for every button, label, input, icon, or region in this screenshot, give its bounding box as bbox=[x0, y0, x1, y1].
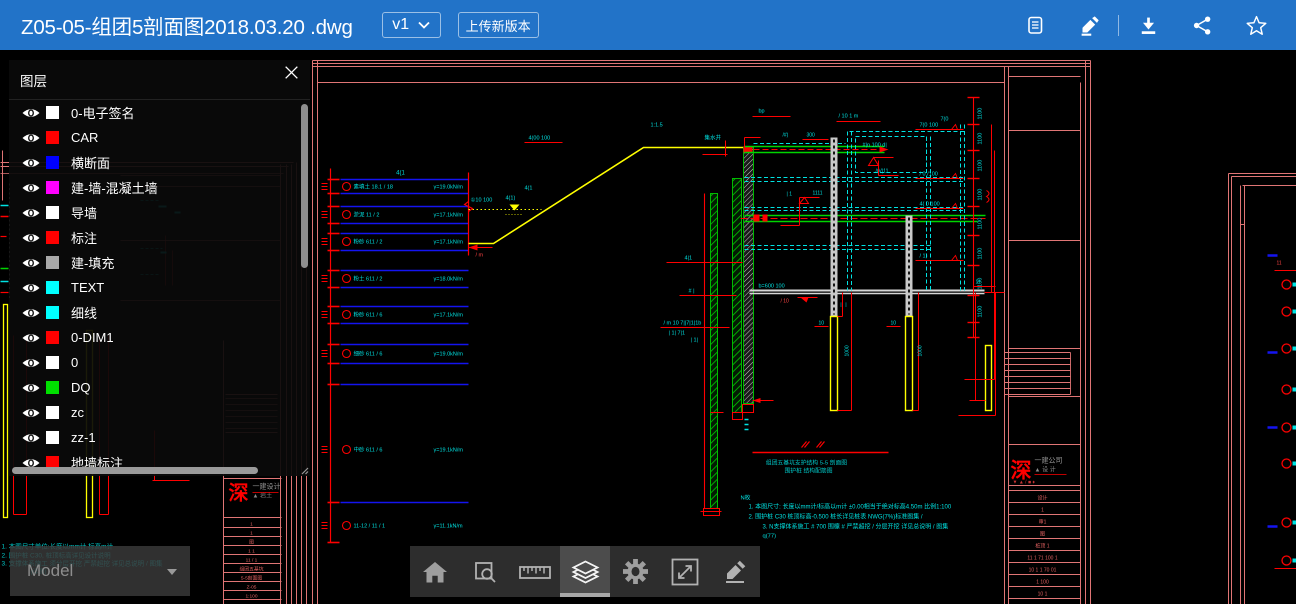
svg-text:# |: # | bbox=[689, 289, 695, 295]
svg-text:| 1|: | 1| bbox=[691, 338, 698, 344]
svg-text:1000: 1000 bbox=[845, 345, 851, 356]
svg-text:/ 0 /100: / 0 /100 bbox=[920, 172, 938, 178]
svg-text:淤泥 11 / 2: 淤泥 11 / 2 bbox=[354, 211, 380, 219]
svg-text:1100: 1100 bbox=[978, 108, 984, 120]
svg-text:1100: 1100 bbox=[978, 133, 984, 145]
svg-text:1000: 1000 bbox=[918, 345, 924, 356]
svg-text:1: 1 bbox=[250, 522, 253, 528]
svg-text:4( 0 100: 4( 0 100 bbox=[920, 202, 940, 208]
svg-text:1100: 1100 bbox=[978, 189, 984, 201]
svg-text:1: 1 bbox=[250, 531, 253, 537]
svg-text:10: 10 bbox=[891, 321, 897, 327]
svg-text:一建设计: 一建设计 bbox=[253, 482, 281, 491]
svg-text:▼ ▲ / ■ ♦: ▼ ▲ / ■ ♦ bbox=[1013, 480, 1036, 486]
svg-text:粉砂 611 / 2: 粉砂 611 / 2 bbox=[354, 238, 383, 246]
svg-text:| 1: | 1 bbox=[787, 192, 793, 198]
svg-text:桩顶 1: 桩顶 1 bbox=[1035, 543, 1049, 550]
svg-text:4(00 100: 4(00 100 bbox=[529, 136, 551, 142]
svg-text:/ 10 1 m: / 10 1 m bbox=[839, 114, 859, 120]
svg-text:γ=17.1kN/m: γ=17.1kN/m bbox=[434, 313, 464, 319]
svg-text:①10 100: ①10 100 bbox=[471, 197, 493, 204]
svg-text:/(V|11: /(V|11 bbox=[876, 169, 889, 175]
svg-text:围护桩 结构配筋图: 围护桩 结构配筋图 bbox=[785, 467, 833, 475]
svg-text:丨丨: 丨丨 bbox=[839, 303, 849, 309]
svg-text:b=600 100: b=600 100 bbox=[759, 284, 785, 290]
svg-text:1:100: 1:100 bbox=[245, 594, 257, 600]
svg-text:粉砂 611 / 6: 粉砂 611 / 6 bbox=[354, 311, 383, 319]
svg-text:γ=19.0kN/m: γ=19.0kN/m bbox=[434, 352, 464, 358]
svg-text:bp: bp bbox=[759, 109, 765, 115]
svg-text:4|1: 4|1 bbox=[685, 256, 693, 262]
svg-text:图: 图 bbox=[1040, 532, 1045, 538]
svg-text:1:1.5: 1:1.5 bbox=[651, 123, 663, 129]
svg-text:4(1: 4(1 bbox=[396, 171, 405, 177]
svg-text:集水井: 集水井 bbox=[705, 134, 722, 142]
svg-text:1111: 1111 bbox=[813, 191, 823, 197]
svg-text:设计: 设计 bbox=[1037, 495, 1047, 502]
svg-text:7(0 100: 7(0 100 bbox=[920, 123, 939, 129]
svg-text:组团五基坑: 组团五基坑 bbox=[240, 566, 264, 573]
svg-text:Z-05: Z-05 bbox=[247, 585, 257, 591]
svg-text:3. N支撑体系施工 # 700 围檩 # 严禁超挖 /: 3. N支撑体系施工 # 700 围檩 # 严禁超挖 / 分层开挖 详见总说明 … bbox=[763, 523, 949, 531]
svg-text:4(1): 4(1) bbox=[506, 196, 516, 202]
svg-text:1100: 1100 bbox=[978, 160, 984, 172]
svg-text:1. 本图尺寸: 长度以mm计/标高以m计 ±0.00相当于: 1. 本图尺寸: 长度以mm计/标高以m计 ±0.00相当于绝对标高4.50m … bbox=[749, 503, 952, 511]
svg-text:1100: 1100 bbox=[978, 218, 984, 230]
svg-text:1100: 1100 bbox=[978, 306, 984, 318]
svg-text:粉土 611 / 2: 粉土 611 / 2 bbox=[354, 275, 383, 283]
svg-text:1100: 1100 bbox=[978, 248, 984, 260]
svg-text:γ=17.1kN/m: γ=17.1kN/m bbox=[434, 240, 464, 246]
svg-text:/ m: / m bbox=[476, 253, 484, 259]
svg-text:▲ 设 计: ▲ 设 计 bbox=[1035, 466, 1056, 474]
svg-text:11 1 71 100 1: 11 1 71 100 1 bbox=[1027, 556, 1057, 562]
svg-text:2. 围护桩 C30 桩顶标高-0.500 桩长详见桩表: 2. 围护桩 C30 桩顶标高-0.500 桩长详见桩表 NWG(7%)标准图集… bbox=[749, 513, 923, 521]
svg-text:4(1: 4(1 bbox=[525, 186, 533, 192]
svg-text:γ=11.1kN/m: γ=11.1kN/m bbox=[434, 524, 464, 530]
svg-text:10: 10 bbox=[819, 321, 825, 327]
svg-text:11: 11 bbox=[976, 280, 981, 286]
svg-text:组团五基坑支护结构 5-5 剖面图: 组团五基坑支护结构 5-5 剖面图 bbox=[766, 459, 847, 467]
svg-text:/ 1): / 1) bbox=[920, 254, 928, 260]
svg-text:#|n 100 d|: #|n 100 d| bbox=[863, 143, 887, 149]
svg-text:10 1 1 70 01: 10 1 1 70 01 bbox=[1029, 568, 1057, 574]
svg-text:300: 300 bbox=[807, 133, 816, 139]
svg-text:γ=18.0kN/m: γ=18.0kN/m bbox=[434, 277, 464, 283]
svg-text:11: 11 bbox=[1277, 261, 1282, 267]
svg-text:1: 1 bbox=[1041, 508, 1044, 514]
svg-text:11-12 / 11 / 1: 11-12 / 11 / 1 bbox=[354, 524, 386, 530]
svg-text:5-5剖面图: 5-5剖面图 bbox=[241, 575, 263, 582]
svg-text:q(77): q(77) bbox=[763, 534, 777, 540]
svg-text:γ=19.0kN/m: γ=19.0kN/m bbox=[434, 185, 464, 191]
svg-text:11 / 1: 11 / 1 bbox=[246, 558, 258, 564]
svg-text:10 1: 10 1 bbox=[1038, 592, 1048, 598]
svg-text:1 100: 1 100 bbox=[1036, 580, 1049, 586]
svg-text:审1: 审1 bbox=[1039, 519, 1047, 526]
svg-text:细砂 611 / 6: 细砂 611 / 6 bbox=[354, 350, 383, 358]
svg-text:7(0: 7(0 bbox=[941, 117, 949, 123]
svg-text:图: 图 bbox=[249, 540, 254, 546]
svg-text:γ=17.1kN/m: γ=17.1kN/m bbox=[434, 213, 464, 219]
svg-text:/#): /#) bbox=[783, 133, 789, 139]
svg-text:1 1: 1 1 bbox=[248, 549, 255, 555]
svg-text:| 1| 7|1: | 1| 7|1 bbox=[669, 331, 686, 337]
svg-text:中砂 611 / 6: 中砂 611 / 6 bbox=[354, 446, 383, 454]
svg-text:N枚: N枚 bbox=[741, 494, 751, 502]
svg-text:/ 10: / 10 bbox=[781, 299, 790, 305]
svg-text:深: 深 bbox=[229, 482, 249, 505]
svg-text:一建公司: 一建公司 bbox=[1035, 456, 1063, 465]
svg-text:γ=19.1kN/m: γ=19.1kN/m bbox=[434, 448, 464, 454]
svg-text:素填土 18.1 / 18: 素填土 18.1 / 18 bbox=[354, 183, 393, 191]
svg-text:/ m 10 7||7|1|1b: / m 10 7||7|1|1b bbox=[664, 321, 702, 327]
